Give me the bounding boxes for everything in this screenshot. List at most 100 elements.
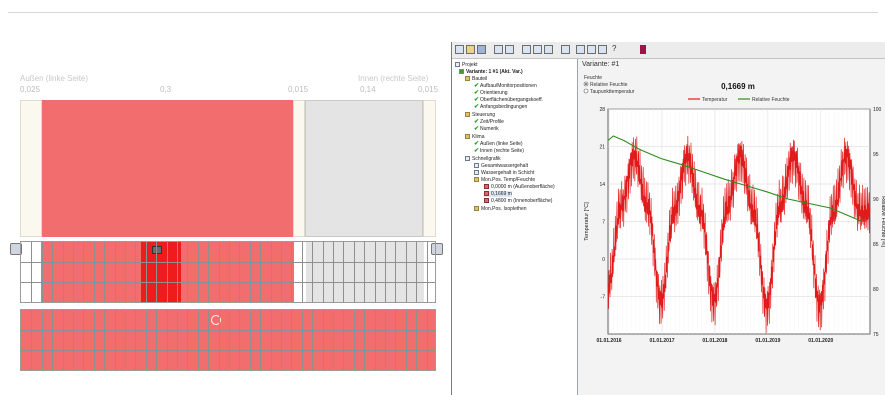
open-icon[interactable] (466, 45, 475, 54)
thickness-label-layer3: 0,015 (288, 85, 309, 94)
new-icon[interactable] (455, 45, 464, 54)
help-icon[interactable]: ? (612, 44, 616, 53)
settings-icon[interactable] (598, 45, 607, 54)
grid-cell-line (239, 310, 241, 370)
tree-item-orientation[interactable]: ✔Orientierung (474, 90, 508, 96)
grid-cell-line (83, 242, 85, 302)
grid-cell-line (83, 310, 85, 370)
cut-icon[interactable] (494, 45, 503, 54)
grid-cell-line (364, 310, 366, 370)
tree-item-control[interactable]: Steuerung (465, 112, 495, 118)
calculate-icon[interactable] (522, 45, 531, 54)
grid-cell-line (385, 310, 386, 370)
layer-outer-plaster[interactable] (20, 100, 42, 237)
grid-cell-line (416, 242, 418, 302)
tree-item-monitor-outer[interactable]: 0,0000 m (Außenoberfläche) (484, 184, 555, 190)
grid-cell-line (73, 310, 74, 370)
tree-item-variant[interactable]: Variante: 1 #1 (Akt. Var.) (459, 69, 523, 75)
tree-item-monitor-inner[interactable]: 0,4800 m (Innenoberfläche) (484, 198, 552, 204)
grid-cell-line (385, 242, 386, 302)
wufi-window: ? Projekt Variante: 1 #1 (Akt. Var.) Bau… (451, 42, 885, 395)
report-icon[interactable] (544, 45, 553, 54)
graph-icon (484, 198, 489, 204)
grid-cell-line (104, 242, 106, 302)
grid-cell-line (301, 242, 303, 302)
grid-cell-line (208, 242, 210, 302)
save-icon[interactable] (477, 45, 486, 54)
grid-cell-line (395, 310, 397, 370)
layer-inner-plaster[interactable] (423, 100, 436, 237)
tree-item-climate-inside[interactable]: ✔Innen (rechte Seite) (474, 148, 524, 154)
grid-cell-line (374, 242, 376, 302)
material-grid[interactable] (20, 309, 436, 371)
grid-cell-line (52, 310, 54, 370)
y2-tick-label: 80 (873, 287, 879, 293)
grid-cell-line (249, 242, 251, 302)
tree-item-climate-outside[interactable]: ✔Außen (linke Seite) (474, 141, 523, 147)
tree-item-quick-graph[interactable]: Schnellgrafik (465, 156, 501, 162)
tree-item-climate[interactable]: Klima (465, 134, 485, 140)
project-tree: Projekt Variante: 1 #1 (Akt. Var.) Baute… (452, 59, 578, 395)
x-tick-label: 01.01.2018 (702, 338, 727, 344)
numeric-grid[interactable] (20, 241, 436, 303)
grid-cell-line (41, 242, 43, 302)
tree-item-initial-conditions[interactable]: ✔Anfangsbedingungen (474, 104, 527, 110)
tree-item-assembly[interactable]: ✔Aufbau/Monitorpositionen (474, 83, 537, 89)
folder-icon (465, 134, 470, 140)
grid-row-line (21, 262, 435, 263)
tree-item-time-profiles[interactable]: ✔Zeit/Profile (474, 119, 504, 125)
tree-item-surface-coeff[interactable]: ✔Oberflächenübergangskoeff. (474, 97, 543, 103)
grid-cell-line (322, 310, 324, 370)
table-icon[interactable] (576, 45, 585, 54)
chart-title: 0,1669 m (721, 82, 755, 91)
grid-icon[interactable] (561, 45, 570, 54)
x-tick-label: 01.01.2020 (808, 338, 833, 344)
radio-selected-dot (585, 83, 587, 85)
chart-option-label: Feuchte (584, 75, 602, 81)
tree-item-monitor-mid[interactable]: 0,1669 m (484, 191, 512, 197)
grid-cell-line (291, 310, 293, 370)
grid-cell-line (114, 310, 116, 370)
tree-item-total-water[interactable]: Gesamtwassergehalt (474, 163, 528, 169)
grid-cell-line (270, 242, 272, 302)
tree-item-numerics[interactable]: ✔Numerik (474, 126, 499, 132)
folder-icon (465, 112, 470, 118)
layout-icon[interactable] (587, 45, 596, 54)
tree-item-project[interactable]: Projekt (455, 62, 478, 68)
check-icon: ✔ (474, 148, 480, 154)
y2-tick-label: 95 (873, 152, 879, 158)
thickness-label-brick: 0,3 (160, 85, 172, 94)
tree-item-isopleths[interactable]: Mon.Pos. Isoplethen (474, 206, 527, 212)
tree-item-water-layer[interactable]: Wassergehalt in Schicht (474, 170, 534, 176)
folder-icon (474, 177, 479, 183)
grid-cell-line (343, 242, 345, 302)
chart-icon[interactable] (533, 45, 542, 54)
folder-icon (465, 76, 470, 82)
grid-cell-line (135, 242, 137, 302)
brush-icon[interactable] (640, 45, 646, 54)
grid-cell-line (125, 310, 126, 370)
layer-brick[interactable] (42, 100, 293, 237)
y-tick-label: -7 (601, 295, 606, 301)
tree-item-component[interactable]: Bauteil (465, 76, 487, 82)
y-tick-label: 0 (602, 257, 605, 263)
folder-icon (474, 206, 479, 212)
outside-caption: Außen (linke Seite) (20, 74, 89, 83)
check-icon: ✔ (474, 97, 480, 103)
graph-icon (474, 170, 479, 176)
grid-cell-line (93, 310, 95, 370)
y2-tick-label: 75 (873, 332, 879, 338)
layer-thin[interactable] (293, 100, 305, 237)
tree-item-monitor-temp[interactable]: Mon.Pos. Temp/Feuchte (474, 177, 535, 183)
grid-cell-line (197, 310, 199, 370)
grid-cell-line (426, 310, 428, 370)
grid-row-line (21, 282, 435, 283)
grid-cell-line (166, 310, 168, 370)
y-tick-label: 7 (602, 220, 605, 226)
copy-icon[interactable] (505, 45, 514, 54)
y2-tick-label: 100 (873, 107, 882, 113)
grid-cell-line (177, 310, 178, 370)
grid-cell-line (229, 242, 230, 302)
grid-cell-line (156, 242, 158, 302)
layer-insulation[interactable] (305, 100, 423, 237)
